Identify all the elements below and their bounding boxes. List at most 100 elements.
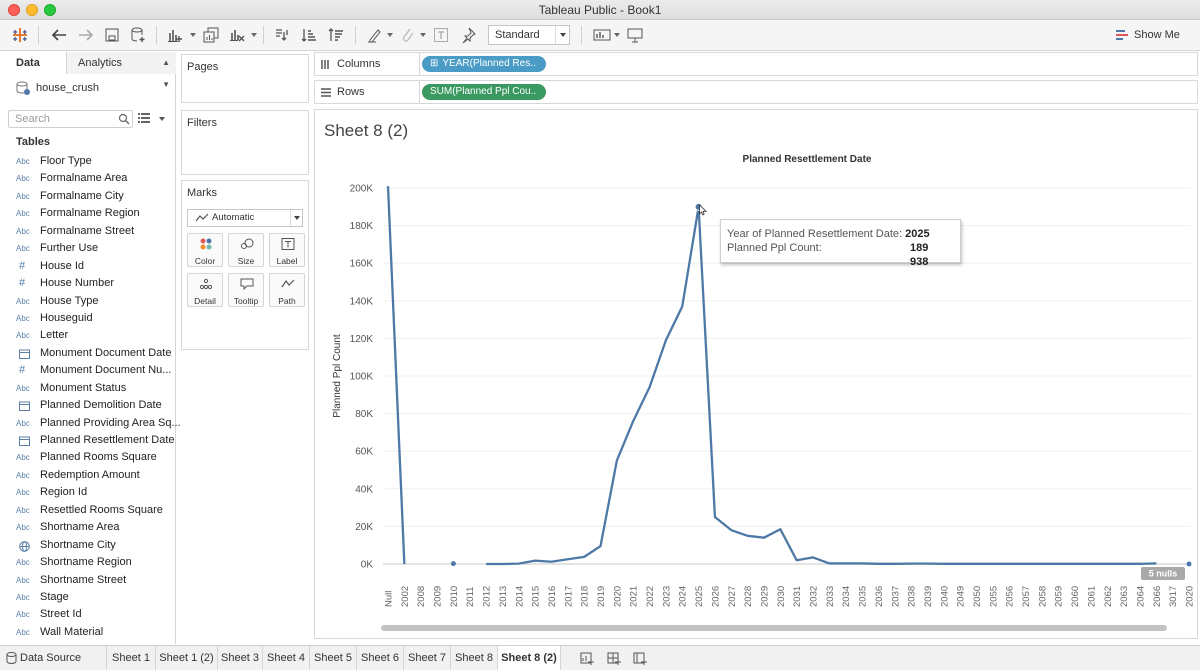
sheet-tab[interactable]: Sheet 1 (107, 646, 156, 670)
tooltip-mark-button[interactable]: Tooltip (228, 273, 264, 307)
field-item[interactable]: Abc Formalname City (16, 188, 174, 205)
view-size-select[interactable]: Standard (488, 25, 570, 45)
sheet-tab[interactable]: Sheet 1 (2) (156, 646, 218, 670)
tab-data[interactable]: Data (0, 52, 66, 74)
field-item[interactable]: Abc Region Id (16, 484, 174, 501)
undo-icon[interactable] (48, 25, 70, 45)
toolbar: Standard Show Me (0, 20, 1200, 51)
string-type-icon: Abc (16, 523, 30, 533)
sheet-tab[interactable]: Sheet 8 (451, 646, 498, 670)
new-dashboard-icon[interactable] (607, 651, 621, 665)
group-members-menu-caret[interactable] (420, 33, 426, 37)
field-item[interactable]: # House Number (16, 275, 174, 292)
field-item[interactable]: Abc Formalname Area (16, 170, 174, 187)
sort-descending-icon[interactable] (325, 25, 347, 45)
new-worksheet-menu-caret[interactable] (190, 33, 196, 37)
search-input[interactable] (8, 110, 133, 128)
path-mark-button[interactable]: Path (269, 273, 305, 307)
save-icon[interactable] (101, 25, 123, 45)
clear-sheet-icon[interactable] (226, 25, 248, 45)
swap-rows-columns-icon[interactable] (271, 25, 293, 45)
field-item[interactable]: Abc Formalname Region (16, 205, 174, 222)
highlight-menu-caret[interactable] (387, 33, 393, 37)
sheet-tab[interactable]: Sheet 4 (263, 646, 310, 670)
detail-mark-button[interactable]: Detail (187, 273, 223, 307)
pages-card[interactable]: Pages (181, 54, 309, 103)
show-me-button[interactable]: Show Me (1116, 26, 1180, 44)
list-view-icon[interactable] (138, 113, 150, 123)
field-item[interactable]: Abc Floor Type (16, 153, 174, 170)
group-members-icon[interactable] (397, 25, 419, 45)
new-story-icon[interactable] (633, 651, 647, 665)
string-type-icon: Abc (16, 453, 30, 463)
size-mark-button[interactable]: Size (228, 233, 264, 267)
close-window-button[interactable] (8, 4, 20, 16)
new-worksheet-icon[interactable] (580, 651, 594, 665)
horizontal-scrollbar[interactable] (381, 625, 1167, 631)
field-item[interactable]: # House Id (16, 258, 174, 275)
fix-axes-pin-icon[interactable] (457, 25, 479, 45)
field-item[interactable]: Abc Formalname Street (16, 223, 174, 240)
tooltip-icon (240, 278, 254, 290)
sheet-tab[interactable]: Sheet 5 (310, 646, 357, 670)
field-item[interactable]: Planned Resettlement Date (16, 432, 175, 449)
rows-pill[interactable]: SUM(Planned Ppl Cou.. (422, 84, 546, 100)
string-type-icon: Abc (16, 191, 30, 201)
field-item[interactable]: Abc Planned Providing Area Sq... (16, 415, 181, 432)
field-item[interactable]: Abc Wall Material (16, 624, 174, 641)
field-item[interactable]: # Monument Document Nu... (16, 362, 174, 379)
field-item[interactable]: Abc Redemption Amount (16, 467, 174, 484)
field-item[interactable]: Abc Further Use (16, 240, 174, 257)
field-item[interactable]: Abc Houseguid (16, 310, 174, 327)
pages-card-title: Pages (187, 61, 219, 73)
new-datasource-icon[interactable] (127, 25, 149, 45)
toolbar-separator (581, 26, 582, 44)
field-item[interactable]: Shortname City (16, 537, 174, 554)
field-item[interactable]: Abc House Type (16, 293, 174, 310)
clear-sheet-menu-caret[interactable] (251, 33, 257, 37)
tab-analytics[interactable]: Analytics ▲ ▼ (66, 52, 176, 89)
worksheet-view[interactable]: Sheet 8 (2) Planned Resettlement Date 0K 2… (314, 109, 1198, 639)
filters-card[interactable]: Filters (181, 110, 309, 175)
columns-shelf[interactable]: Columns ⊞ YEAR(Planned Res.. (314, 52, 1198, 76)
field-item[interactable]: Abc Street Id (16, 606, 174, 623)
sheet-tab[interactable]: Sheet 3 (218, 646, 263, 670)
minimize-window-button[interactable] (26, 4, 38, 16)
field-item[interactable]: Monument Document Date (16, 345, 174, 362)
sheet-tab[interactable]: Sheet 7 (404, 646, 451, 670)
color-mark-button[interactable]: Color (187, 233, 223, 267)
mark-type-select[interactable]: Automatic (187, 209, 303, 227)
maximize-window-button[interactable] (44, 4, 56, 16)
show-cards-menu-caret[interactable] (614, 33, 620, 37)
tab-data-source[interactable]: Data Source (0, 646, 107, 670)
tableau-logo-icon[interactable] (9, 25, 31, 45)
presentation-mode-icon[interactable] (624, 25, 646, 45)
field-item[interactable]: Abc Shortname Area (16, 519, 174, 536)
rows-shelf[interactable]: Rows SUM(Planned Ppl Cou.. (314, 80, 1198, 104)
new-worksheet-icon[interactable] (164, 25, 186, 45)
field-item[interactable]: Abc Resettled Rooms Square (16, 502, 174, 519)
highlight-icon[interactable] (364, 25, 386, 45)
field-item[interactable]: Abc Planned Rooms Square (16, 449, 174, 466)
sheet-tab[interactable]: Sheet 6 (357, 646, 404, 670)
label-mark-button[interactable]: Label (269, 233, 305, 267)
field-item[interactable]: Abc Stage (16, 589, 174, 606)
columns-pill[interactable]: ⊞ YEAR(Planned Res.. (422, 56, 546, 72)
string-type-icon: Abc (16, 627, 30, 637)
field-item[interactable]: Abc Shortname Region (16, 554, 174, 571)
redo-icon[interactable] (75, 25, 97, 45)
x-tick-label: 2059 (1054, 586, 1065, 607)
field-name: Street Id (40, 608, 82, 621)
show-mark-labels-icon[interactable] (430, 25, 452, 45)
field-item[interactable]: Abc Shortname Street (16, 572, 174, 589)
datasource-item[interactable]: house_crush (16, 80, 99, 96)
field-item[interactable]: Abc Monument Status (16, 380, 174, 397)
field-item[interactable]: Abc Letter (16, 327, 174, 344)
sheet-tab[interactable]: Sheet 8 (2) (498, 646, 561, 670)
show-cards-icon[interactable] (591, 25, 613, 45)
field-list-menu-caret[interactable] (159, 117, 165, 121)
sort-ascending-icon[interactable] (298, 25, 320, 45)
duplicate-sheet-icon[interactable] (200, 25, 222, 45)
line-chart[interactable]: Planned Resettlement Date 0K 20K 40K 60K 80K 1… (315, 110, 1197, 638)
field-item[interactable]: Planned Demolition Date (16, 397, 174, 414)
